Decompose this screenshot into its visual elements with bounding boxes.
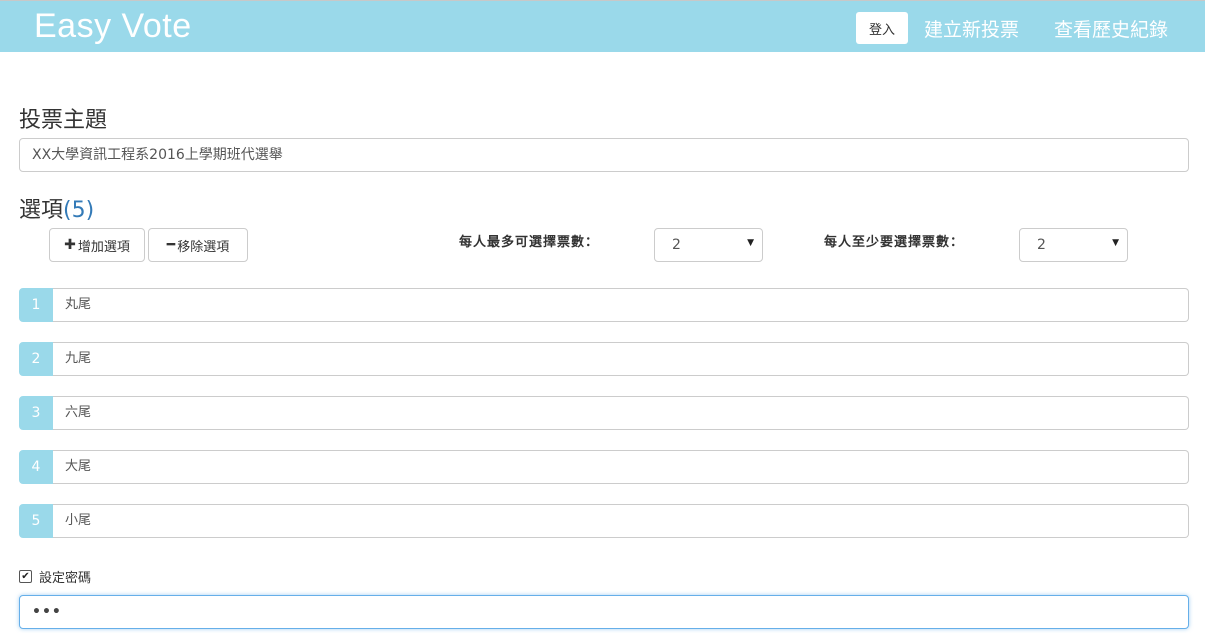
min-votes-label: 每人至少要選擇票數： [824, 235, 965, 250]
option-input[interactable]: 小尾 [53, 504, 1189, 538]
brand-logo[interactable]: Easy Vote [34, 7, 192, 46]
set-password-label: 設定密碼 [39, 571, 92, 586]
option-row: 2 九尾 [19, 342, 1189, 376]
options-count: (5) [63, 198, 95, 223]
caret-down-icon: ▼ [747, 238, 754, 248]
option-input[interactable]: 六尾 [53, 396, 1189, 430]
option-number: 3 [19, 396, 53, 430]
navbar: Easy Vote 登入 建立新投票 查看歷史紀錄 [0, 0, 1205, 52]
minus-icon: ━ [166, 237, 176, 253]
option-row: 1 丸尾 [19, 288, 1189, 322]
password-input[interactable]: ••• [19, 595, 1189, 629]
options-heading-label: 選項 [19, 198, 64, 223]
options-heading: 選項(5) [19, 192, 94, 224]
remove-option-button[interactable]: ━ 移除選項 [148, 228, 248, 262]
option-input[interactable]: 九尾 [53, 342, 1189, 376]
max-votes-value: 2 [672, 237, 681, 253]
min-votes-select[interactable]: 2 ▼ [1019, 228, 1128, 262]
set-password-toggle[interactable]: ✔ 設定密碼 [19, 567, 91, 586]
poll-title-input[interactable]: XX大學資訊工程系2016上學期班代選舉 [19, 138, 1189, 172]
add-option-label: 增加選項 [77, 239, 130, 255]
option-number: 1 [19, 288, 53, 322]
option-number: 4 [19, 450, 53, 484]
option-input[interactable]: 丸尾 [53, 288, 1189, 322]
option-row: 4 大尾 [19, 450, 1189, 484]
plus-icon: ✚ [64, 237, 76, 253]
option-row: 5 小尾 [19, 504, 1189, 538]
max-votes-label: 每人最多可選擇票數： [459, 235, 600, 250]
caret-down-icon: ▼ [1112, 238, 1119, 248]
max-votes-select[interactable]: 2 ▼ [654, 228, 763, 262]
password-checkbox[interactable]: ✔ [19, 570, 32, 583]
login-button[interactable]: 登入 [856, 12, 908, 44]
remove-option-label: 移除選項 [177, 239, 230, 255]
min-votes-value: 2 [1037, 237, 1046, 253]
add-option-button[interactable]: ✚ 增加選項 [49, 228, 145, 262]
option-row: 3 六尾 [19, 396, 1189, 430]
nav-create-poll[interactable]: 建立新投票 [924, 15, 1019, 42]
nav-history[interactable]: 查看歷史紀錄 [1054, 15, 1168, 42]
option-input[interactable]: 大尾 [53, 450, 1189, 484]
option-number: 2 [19, 342, 53, 376]
option-number: 5 [19, 504, 53, 538]
poll-title-label: 投票主題 [19, 108, 108, 133]
